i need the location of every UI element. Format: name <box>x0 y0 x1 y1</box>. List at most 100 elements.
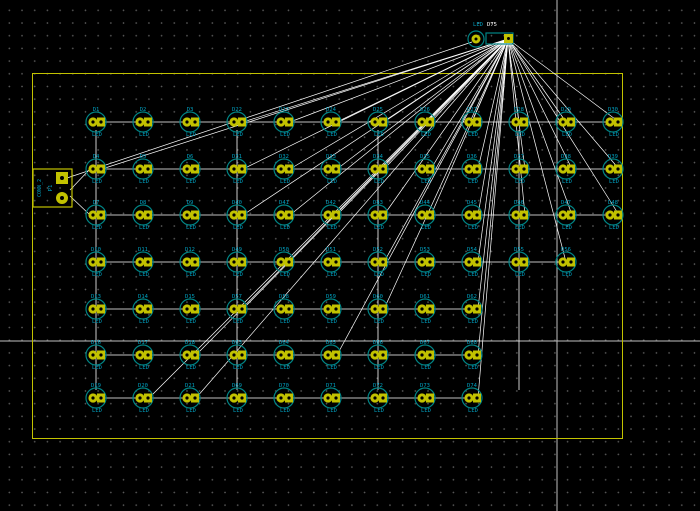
led-reference: D61 <box>420 294 430 300</box>
led-footprint[interactable]: D38 LED <box>555 154 577 185</box>
led-footprint[interactable]: D16 LED <box>85 340 107 371</box>
led-value: LED <box>139 132 149 138</box>
led-footprint[interactable]: D54 LED <box>461 247 483 278</box>
pad-hole <box>428 353 432 357</box>
led-value: LED <box>139 179 149 185</box>
led-footprint[interactable]: D70 LED <box>273 383 295 414</box>
led-footprint[interactable]: D66 LED <box>367 340 389 371</box>
led-footprint[interactable]: D61 LED <box>414 294 436 325</box>
led-footprint[interactable]: D46 LED <box>508 200 530 231</box>
led-footprint[interactable]: D55 LED <box>508 247 530 278</box>
connector-footprint[interactable]: P1 CONN_2 <box>32 168 73 208</box>
pad-hole <box>420 307 424 311</box>
led-footprint[interactable]: D3 LED <box>179 107 201 138</box>
led-footprint[interactable]: D56 LED <box>555 247 577 278</box>
led-footprint[interactable]: D24 LED <box>320 107 342 138</box>
led-footprint[interactable]: D21 LED <box>179 383 201 414</box>
led-footprint[interactable]: D64 LED <box>273 340 295 371</box>
led-footprint[interactable]: D72 LED <box>367 383 389 414</box>
led-footprint[interactable]: D48 LED <box>602 200 624 231</box>
led-footprint[interactable]: D65 LED <box>320 340 342 371</box>
led-footprint[interactable]: D14 LED <box>132 294 154 325</box>
led-footprint[interactable]: D25 LED <box>367 107 389 138</box>
led-footprint[interactable]: D30 LED <box>602 107 624 138</box>
led-value: LED <box>327 408 337 414</box>
pad-hole <box>99 120 103 124</box>
led-footprint[interactable]: D40 LED <box>226 200 248 231</box>
led-footprint[interactable]: D39 LED <box>602 154 624 185</box>
pad-hole <box>138 396 142 400</box>
led-footprint[interactable]: D35 LED <box>414 154 436 185</box>
pad-hole <box>522 120 526 124</box>
led-footprint[interactable]: D32 LED <box>273 154 295 185</box>
led-footprint[interactable]: D60 LED <box>367 294 389 325</box>
led-footprint[interactable]: D33 LED <box>320 154 342 185</box>
led-footprint[interactable]: D71 LED <box>320 383 342 414</box>
pad-hole <box>608 213 612 217</box>
led-footprint[interactable]: D73 LED <box>414 383 436 414</box>
led-footprint[interactable]: D5 LED <box>132 154 154 185</box>
led-footprint[interactable]: D9 LED <box>179 200 201 231</box>
led-footprint[interactable]: D36 LED <box>461 154 483 185</box>
led-footprint[interactable]: D49 LED <box>226 247 248 278</box>
led-footprint[interactable]: D43 LED <box>367 200 389 231</box>
pad-hole <box>420 260 424 264</box>
led-value: LED <box>280 365 290 371</box>
led-footprint[interactable]: D10 LED <box>85 247 107 278</box>
pad-hole <box>99 167 103 171</box>
led-footprint[interactable]: D13 LED <box>85 294 107 325</box>
led-value: LED <box>327 272 337 278</box>
led-value: LED <box>468 179 478 185</box>
led-footprint[interactable]: D17 LED <box>132 340 154 371</box>
board-svg[interactable]: D1LEDD2LEDD3LEDD22LEDD23LEDD24LEDD25LEDD… <box>0 0 700 511</box>
led-reference: D11 <box>138 247 148 253</box>
led-footprint[interactable]: D22 LED <box>226 107 248 138</box>
led-value: LED <box>515 225 525 231</box>
led-footprint[interactable]: D6 LED <box>179 154 201 185</box>
pad-hole <box>561 120 565 124</box>
led-footprint[interactable]: D51 LED <box>320 247 342 278</box>
led-footprint[interactable]: D63 LED <box>226 340 248 371</box>
led-footprint[interactable]: D11 LED <box>132 247 154 278</box>
led-footprint[interactable]: D2 LED <box>132 107 154 138</box>
pad-hole <box>381 120 385 124</box>
led-reference: D46 <box>514 200 524 206</box>
led-reference: D51 <box>326 247 336 253</box>
led-footprint[interactable]: D15 LED <box>179 294 201 325</box>
led-footprint[interactable]: D18 LED <box>179 340 201 371</box>
led-footprint[interactable]: D4 LED <box>85 154 107 185</box>
led-footprint[interactable]: D69 LED <box>226 383 248 414</box>
led-value: LED <box>186 225 196 231</box>
led-footprint[interactable]: D20 LED <box>132 383 154 414</box>
led-footprint[interactable]: D53 LED <box>414 247 436 278</box>
led-footprint[interactable]: D28 LED <box>508 107 530 138</box>
pcb-canvas[interactable]: D1 LED D2 LED D3 LED D22 LED D23 LED D24 LED D25 LED D… <box>0 0 700 511</box>
led-footprint[interactable]: D47 LED <box>555 200 577 231</box>
pad-hole <box>138 213 142 217</box>
led-value: LED <box>233 272 243 278</box>
pad-hole <box>326 260 330 264</box>
led-footprint[interactable]: D59 LED <box>320 294 342 325</box>
led-footprint[interactable]: D1 LED <box>85 107 107 138</box>
pad-hole <box>240 396 244 400</box>
pad-hole <box>138 120 142 124</box>
led-reference: D7 <box>93 200 100 206</box>
led-value: LED <box>186 365 196 371</box>
pad-hole <box>561 260 565 264</box>
led-footprint[interactable]: D37 LED <box>508 154 530 185</box>
led-footprint[interactable]: D8 LED <box>132 200 154 231</box>
led-value: LED <box>374 179 384 185</box>
led-footprint[interactable]: D67 LED <box>414 340 436 371</box>
led-value: LED <box>421 272 431 278</box>
led-footprint[interactable]: D19 LED <box>85 383 107 414</box>
pad-hole <box>381 307 385 311</box>
led-footprint[interactable]: D45 LED <box>461 200 483 231</box>
led-footprint[interactable]: D58 LED <box>273 294 295 325</box>
led-footprint[interactable]: D7 LED <box>85 200 107 231</box>
led-value: LED <box>233 132 243 138</box>
led-footprint[interactable]: D52 LED <box>367 247 389 278</box>
led-footprint[interactable]: D41 LED <box>273 200 295 231</box>
led-footprint[interactable]: D31 LED <box>226 154 248 185</box>
pad-hole <box>569 260 573 264</box>
led-footprint[interactable]: D12 LED <box>179 247 201 278</box>
